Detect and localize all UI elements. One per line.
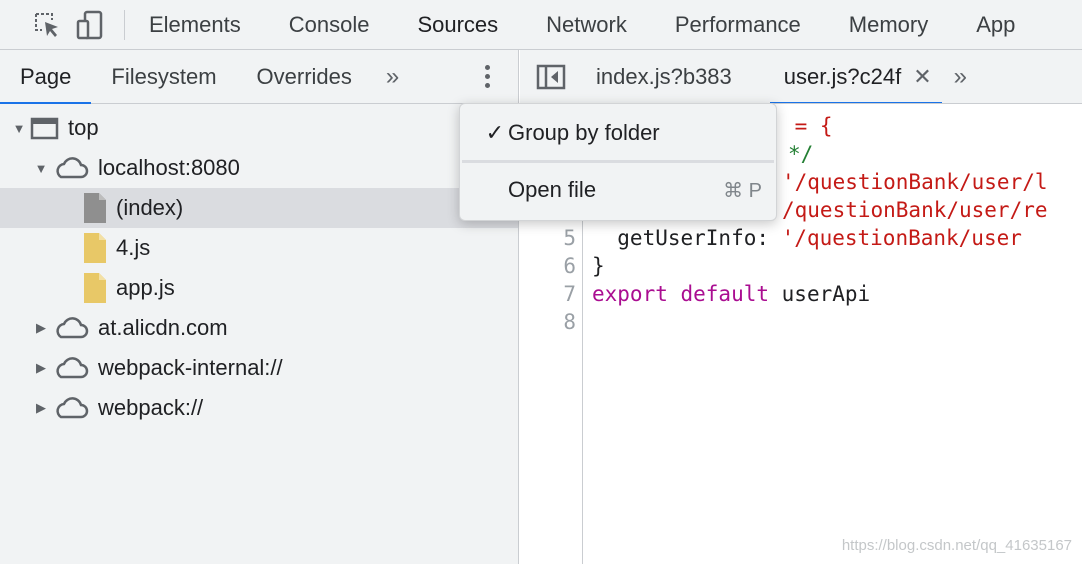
expanded-triangle-icon[interactable]: ▼	[8, 121, 30, 136]
code-line: getUserInfo: '/questionBank/user	[592, 226, 1022, 250]
tree-item-label: 4.js	[116, 235, 151, 260]
cloud-icon	[52, 396, 90, 420]
tree-item-label: (index)	[116, 195, 184, 220]
close-tab-icon[interactable]: ✕	[913, 64, 931, 90]
toolbar-divider	[124, 10, 125, 40]
frame-icon	[30, 116, 60, 140]
tree-item-alicdn[interactable]: ▶ at.alicdn.com	[0, 308, 518, 348]
menu-item-open-file[interactable]: Open file ⌘ P	[460, 167, 776, 213]
line-number: 5	[563, 226, 576, 250]
tab-performance[interactable]: Performance	[651, 0, 825, 49]
line-number: 6	[563, 254, 576, 278]
file-tree: ▼ top ▼ localhost:8080 (index) 4.js app.…	[0, 104, 518, 428]
code-fragment: /questionBank/user/re	[782, 198, 1048, 222]
tab-elements[interactable]: Elements	[137, 0, 265, 49]
kebab-menu-icon[interactable]	[470, 50, 504, 103]
code-fragment: = {	[782, 114, 833, 138]
collapsed-triangle-icon[interactable]: ▶	[30, 400, 52, 416]
cloud-icon	[52, 316, 90, 340]
tree-item-webpack[interactable]: ▶ webpack://	[0, 388, 518, 428]
editor-tabbar: index.js?b383 user.js?c24f ✕ »	[520, 50, 1082, 104]
tree-item-index[interactable]: (index)	[0, 188, 518, 228]
tab-network[interactable]: Network	[522, 0, 651, 49]
tree-item-appjs[interactable]: app.js	[0, 268, 518, 308]
sources-navigator: Page Filesystem Overrides » ▼ top ▼ loca…	[0, 50, 519, 564]
code-line: }	[592, 254, 605, 278]
code-fragment: '/questionBank/user/l	[782, 170, 1048, 194]
toggle-navigator-icon[interactable]	[520, 50, 582, 103]
tree-item-top[interactable]: ▼ top	[0, 108, 518, 148]
tree-item-label: app.js	[116, 275, 175, 300]
keyboard-shortcut: ⌘ P	[723, 179, 762, 202]
tree-item-localhost[interactable]: ▼ localhost:8080	[0, 148, 518, 188]
tab-page[interactable]: Page	[0, 50, 92, 104]
cloud-icon	[52, 156, 90, 180]
document-icon	[82, 192, 108, 224]
menu-item-label: Group by folder	[508, 120, 660, 145]
tab-application[interactable]: App	[952, 0, 1039, 49]
js-file-icon	[82, 272, 108, 304]
navigator-tabbar: Page Filesystem Overrides »	[0, 50, 518, 104]
devtools-window: Elements Console Sources Network Perform…	[0, 0, 1082, 564]
tree-item-label: localhost:8080	[98, 155, 240, 180]
file-tab-user-js[interactable]: user.js?c24f ✕	[769, 50, 942, 103]
tree-item-label: top	[68, 115, 99, 140]
file-tab-label: user.js?c24f	[783, 63, 902, 89]
cloud-icon	[52, 356, 90, 380]
tree-item-webpack-internal[interactable]: ▶ webpack-internal://	[0, 348, 518, 388]
expanded-triangle-icon[interactable]: ▼	[30, 161, 52, 176]
navigator-context-menu: ✓ Group by folder Open file ⌘ P	[459, 103, 777, 221]
tab-filesystem[interactable]: Filesystem	[91, 50, 236, 103]
tree-item-label: webpack://	[98, 395, 204, 420]
tree-item-label: webpack-internal://	[98, 355, 283, 380]
file-tab-label: index.js?b383	[596, 63, 732, 89]
watermark: https://blog.csdn.net/qq_41635167	[841, 537, 1072, 554]
tab-memory[interactable]: Memory	[825, 0, 952, 49]
checkmark-icon: ✓	[485, 120, 504, 145]
code-line: export default userApi	[592, 282, 871, 306]
code-fragment: */	[788, 142, 814, 166]
line-number: 8	[563, 310, 576, 334]
tab-sources[interactable]: Sources	[393, 0, 522, 49]
tree-item-label: at.alicdn.com	[98, 315, 228, 340]
device-toggle-icon[interactable]	[68, 0, 112, 49]
more-tabs-chevron-icon[interactable]: »	[372, 50, 417, 103]
menu-item-group-by-folder[interactable]: ✓ Group by folder	[460, 110, 776, 156]
collapsed-triangle-icon[interactable]: ▶	[30, 360, 52, 376]
tree-item-4js[interactable]: 4.js	[0, 228, 518, 268]
tab-console[interactable]: Console	[265, 0, 394, 49]
line-number: 7	[563, 282, 576, 306]
main-toolbar: Elements Console Sources Network Perform…	[0, 0, 1082, 50]
menu-divider	[462, 160, 774, 163]
file-tab-index-js[interactable]: index.js?b383	[582, 50, 746, 103]
more-files-chevron-icon[interactable]: »	[942, 50, 979, 103]
tab-overrides[interactable]: Overrides	[237, 50, 372, 103]
inspect-element-icon[interactable]	[0, 0, 68, 49]
collapsed-triangle-icon[interactable]: ▶	[30, 320, 52, 336]
menu-item-label: Open file	[508, 177, 597, 202]
js-file-icon	[82, 232, 108, 264]
